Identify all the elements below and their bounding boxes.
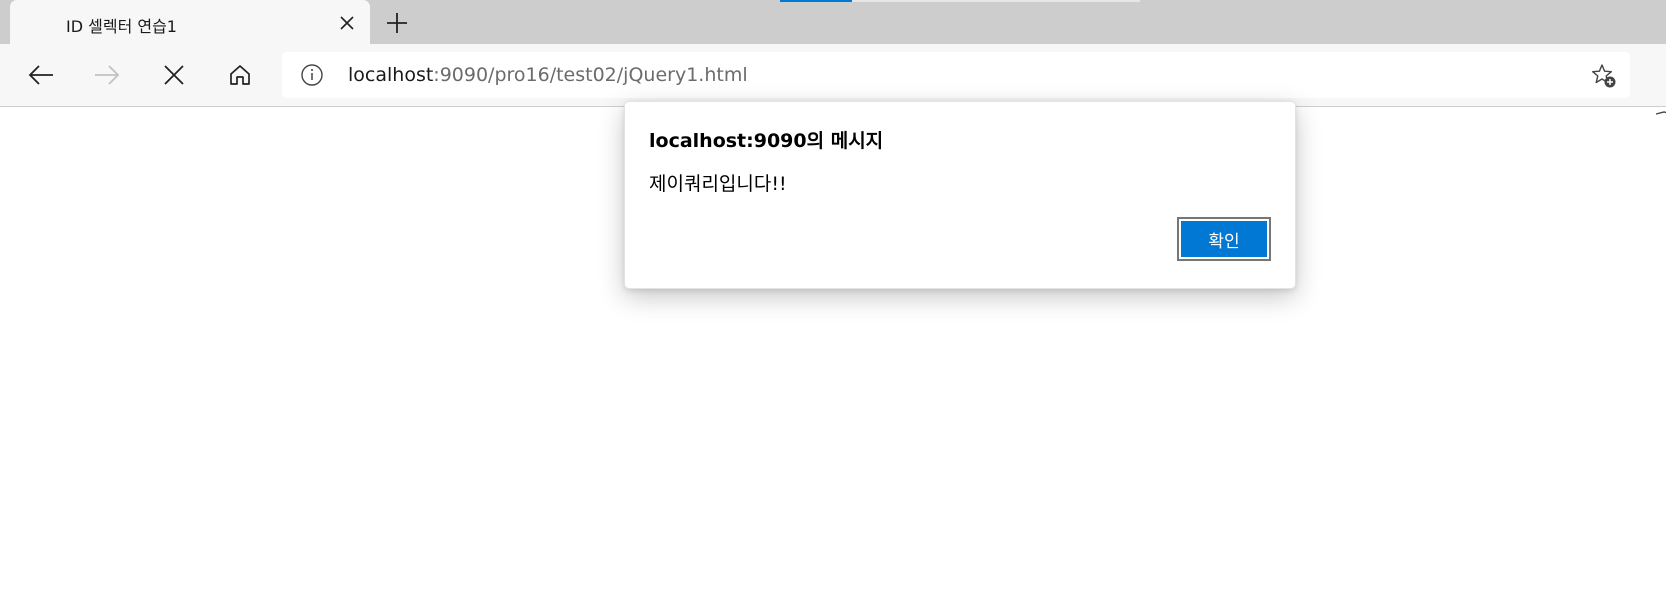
ok-button[interactable]: 확인	[1177, 217, 1271, 261]
close-icon[interactable]	[335, 11, 359, 35]
alert-title: localhost:9090의 메시지	[649, 130, 884, 152]
favorite-star-glyph	[1592, 64, 1616, 88]
star-add-icon[interactable]	[1590, 62, 1618, 90]
plus-icon-glyph	[387, 13, 407, 33]
url-host: localhost	[348, 64, 434, 86]
alert-dialog: localhost:9090의 메시지 제이쿼리입니다!! 확인	[624, 101, 1296, 289]
alert-message: 제이쿼리입니다!!	[649, 173, 787, 195]
tab-title: ID 셀렉터 연습1	[66, 17, 177, 36]
address-url[interactable]: localhost:9090/pro16/test02/jQuery1.html	[348, 64, 748, 86]
ok-button-label: 확인	[1181, 221, 1267, 257]
arrow-right-icon[interactable]	[88, 56, 126, 94]
collections-icon[interactable]	[1654, 110, 1666, 130]
browser-tab[interactable]: ID 셀렉터 연습1	[10, 0, 370, 46]
address-bar[interactable]: localhost:9090/pro16/test02/jQuery1.html	[282, 52, 1630, 98]
home-icon[interactable]	[221, 56, 259, 94]
info-icon-glyph	[301, 64, 323, 86]
loading-progress-fill	[780, 0, 852, 2]
close-icon	[164, 65, 184, 85]
info-icon[interactable]	[300, 63, 324, 87]
tab-strip: ID 셀렉터 연습1	[0, 0, 1666, 46]
back-arrow-glyph	[28, 65, 53, 85]
forward-arrow-glyph	[95, 65, 120, 85]
browser-toolbar: localhost:9090/pro16/test02/jQuery1.html	[0, 44, 1666, 115]
arrow-left-icon[interactable]	[22, 56, 60, 94]
url-path: :9090/pro16/test02/jQuery1.html	[433, 64, 748, 86]
home-icon-glyph	[230, 65, 250, 85]
page-loading-indicator	[780, 0, 1140, 2]
stop-loading-button[interactable]	[155, 56, 193, 94]
plus-icon[interactable]	[382, 8, 412, 38]
close-icon-glyph	[340, 16, 354, 30]
